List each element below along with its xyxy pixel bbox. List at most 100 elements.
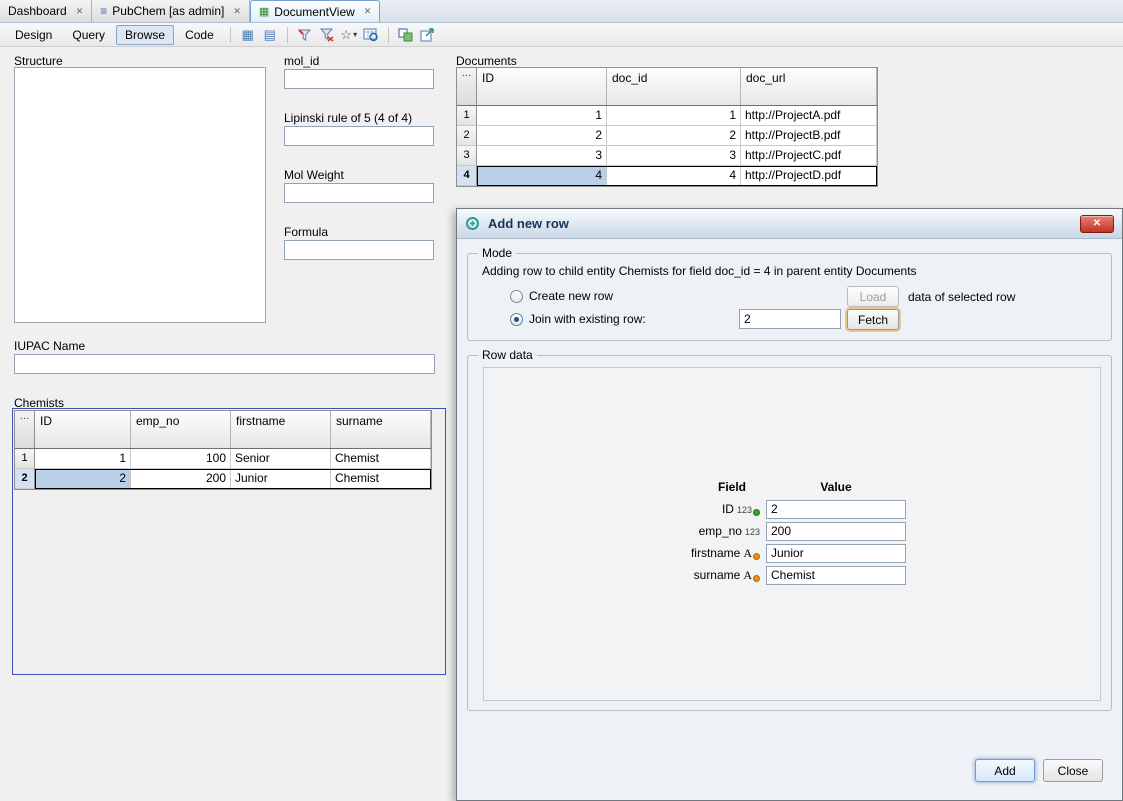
filter-icon[interactable]: [295, 25, 315, 45]
mol-id-field[interactable]: [284, 69, 434, 89]
table-row[interactable]: 1 1 1 http://ProjectA.pdf: [457, 106, 877, 126]
table-search-icon[interactable]: [361, 25, 381, 45]
tab-label: Dashboard: [8, 4, 67, 18]
cell-id[interactable]: 3: [477, 146, 607, 166]
cell-id[interactable]: 1: [477, 106, 607, 126]
cell-doc-url[interactable]: http://ProjectD.pdf: [741, 166, 877, 186]
field-value-surname[interactable]: [766, 566, 906, 585]
mode-design[interactable]: Design: [6, 25, 61, 45]
row-header[interactable]: 4: [457, 166, 477, 186]
chemists-table: … ID emp_no firstname surname 1 1 100 Se…: [14, 410, 432, 490]
structure-canvas[interactable]: [14, 67, 266, 323]
number-pk-type-icon: 123: [737, 505, 760, 516]
column-header-emp-no[interactable]: emp_no: [131, 411, 231, 448]
column-header-surname[interactable]: surname: [331, 411, 431, 448]
dialog-title-bar[interactable]: Add new row ✕: [457, 209, 1122, 239]
cell-id[interactable]: 1: [35, 449, 131, 469]
row-data-group-label: Row data: [478, 348, 537, 362]
field-value-emp-no[interactable]: [766, 522, 906, 541]
tab-documentview[interactable]: ▦ DocumentView ✕: [250, 0, 380, 22]
favorites-button[interactable]: ☆ ▾: [339, 25, 359, 45]
cell-id[interactable]: 2: [477, 126, 607, 146]
filter-off-icon[interactable]: [317, 25, 337, 45]
column-header-doc-url[interactable]: doc_url: [741, 68, 877, 105]
load-button[interactable]: Load: [847, 286, 899, 307]
cell-emp-no[interactable]: 200: [131, 469, 231, 489]
number-type-icon: 123: [745, 527, 760, 538]
column-header-id[interactable]: ID: [477, 68, 607, 105]
form-view-icon[interactable]: ▤: [260, 25, 280, 45]
dialog-close-button[interactable]: ✕: [1080, 215, 1114, 233]
join-existing-row-radio[interactable]: [510, 313, 523, 326]
cell-surname[interactable]: Chemist: [331, 469, 431, 489]
table-row[interactable]: 2 2 2 http://ProjectB.pdf: [457, 126, 877, 146]
value-column-header: Value: [766, 480, 906, 494]
formula-field[interactable]: [284, 240, 434, 260]
table-row[interactable]: 1 1 100 Senior Chemist: [15, 449, 431, 469]
cell-doc-url[interactable]: http://ProjectB.pdf: [741, 126, 877, 146]
column-header-doc-id[interactable]: doc_id: [607, 68, 741, 105]
toolbar: Design Query Browse Code ▦ ▤ ☆ ▾: [0, 23, 1123, 47]
cell-surname[interactable]: Chemist: [331, 449, 431, 469]
mode-query[interactable]: Query: [63, 25, 114, 45]
compare-tables-icon[interactable]: [396, 25, 416, 45]
mode-browse[interactable]: Browse: [116, 25, 174, 45]
mode-group: Mode Adding row to child entity Chemists…: [467, 253, 1112, 341]
table-corner-button[interactable]: …: [457, 68, 477, 105]
field-value-table: Field Value ID 123 emp_no: [610, 480, 906, 586]
table-row-selected[interactable]: 2 2 200 Junior Chemist: [15, 469, 431, 489]
toolbar-separator: [287, 27, 288, 43]
lipinski-field[interactable]: [284, 126, 434, 146]
fetch-button[interactable]: Fetch: [847, 309, 899, 330]
tab-close-icon[interactable]: ✕: [233, 7, 241, 16]
iupac-field[interactable]: [14, 354, 435, 374]
cell-emp-no[interactable]: 100: [131, 449, 231, 469]
cell-doc-id[interactable]: 3: [607, 146, 741, 166]
tab-close-icon[interactable]: ✕: [364, 7, 372, 16]
documents-header-row: … ID doc_id doc_url: [457, 68, 877, 106]
formula-label: Formula: [284, 225, 328, 239]
tab-pubchem[interactable]: ≡ PubChem [as admin] ✕: [92, 0, 250, 22]
table-row[interactable]: 3 3 3 http://ProjectC.pdf: [457, 146, 877, 166]
toolbar-separator: [388, 27, 389, 43]
caret-down-icon: ▾: [353, 30, 357, 39]
tab-close-icon[interactable]: ✕: [76, 7, 84, 16]
close-button[interactable]: Close: [1043, 759, 1103, 782]
column-header-firstname[interactable]: firstname: [231, 411, 331, 448]
cell-doc-id[interactable]: 4: [607, 166, 741, 186]
add-button[interactable]: Add: [975, 759, 1035, 782]
join-row-id-field[interactable]: [739, 309, 841, 329]
table-row-selected[interactable]: 4 4 4 http://ProjectD.pdf: [457, 166, 877, 186]
row-header[interactable]: 1: [457, 106, 477, 126]
cell-doc-id[interactable]: 2: [607, 126, 741, 146]
cell-firstname[interactable]: Senior: [231, 449, 331, 469]
export-table-icon[interactable]: [418, 25, 438, 45]
field-value-id[interactable]: [766, 500, 906, 519]
row-header[interactable]: 2: [457, 126, 477, 146]
mol-weight-field[interactable]: [284, 183, 434, 203]
table-corner-button[interactable]: …: [15, 411, 35, 448]
cell-doc-id[interactable]: 1: [607, 106, 741, 126]
create-new-row-radio[interactable]: [510, 290, 523, 303]
structure-label: Structure: [14, 54, 63, 68]
field-value-firstname[interactable]: [766, 544, 906, 563]
tab-dashboard[interactable]: Dashboard ✕: [0, 0, 92, 22]
cell-doc-url[interactable]: http://ProjectC.pdf: [741, 146, 877, 166]
row-header[interactable]: 3: [457, 146, 477, 166]
row-data-group: Row data Field Value ID 123: [467, 355, 1112, 711]
cell-doc-url[interactable]: http://ProjectA.pdf: [741, 106, 877, 126]
create-new-row-label: Create new row: [529, 289, 613, 303]
cell-id[interactable]: 2: [35, 469, 131, 489]
row-header[interactable]: 1: [15, 449, 35, 469]
column-header-id[interactable]: ID: [35, 411, 131, 448]
cell-firstname[interactable]: Junior: [231, 469, 331, 489]
iupac-label: IUPAC Name: [14, 339, 85, 353]
mode-code[interactable]: Code: [176, 25, 223, 45]
row-header[interactable]: 2: [15, 469, 35, 489]
add-row-icon: [465, 216, 480, 231]
text-type-icon: A: [743, 569, 760, 582]
cell-id[interactable]: 4: [477, 166, 607, 186]
table-view-icon[interactable]: ▦: [238, 25, 258, 45]
load-suffix-label: data of selected row: [908, 290, 1015, 304]
close-icon: ✕: [1093, 218, 1101, 229]
